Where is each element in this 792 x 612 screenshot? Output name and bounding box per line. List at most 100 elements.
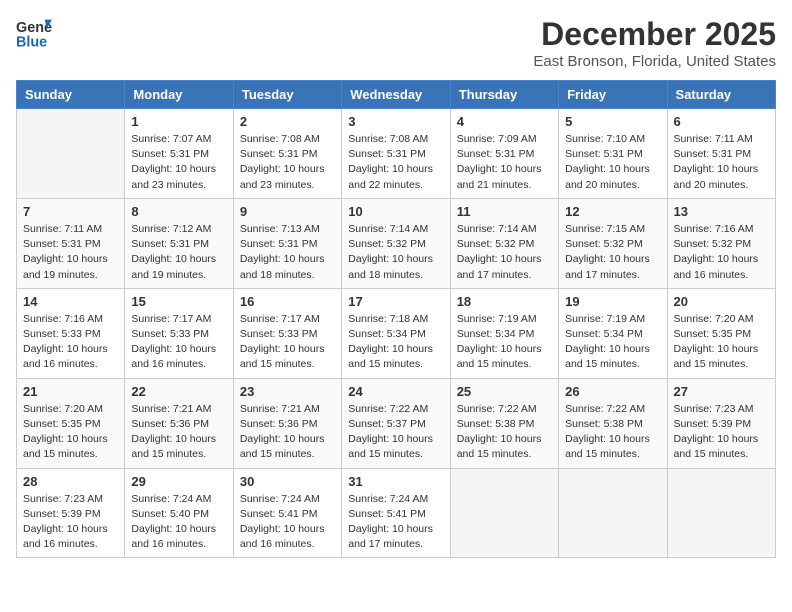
- calendar-cell: 19 Sunrise: 7:19 AM Sunset: 5:34 PM Dayli…: [559, 288, 667, 378]
- calendar-cell: 7Sunrise: 7:11 AM Sunset: 5:31 PM Daylig…: [17, 198, 125, 288]
- day-number: 12: [565, 204, 660, 219]
- day-number: 15: [131, 294, 226, 309]
- calendar-cell: 12Sunrise: 7:15 AM Sunset: 5:32 PM Dayli…: [559, 198, 667, 288]
- day-number: 22: [131, 384, 226, 399]
- day-number: 29: [131, 474, 226, 489]
- day-number: 6: [674, 114, 769, 129]
- day-detail: Sunrise: 7:08 AM Sunset: 5:31 PM Dayligh…: [348, 132, 443, 193]
- svg-text:Blue: Blue: [16, 35, 47, 51]
- title-block: December 2025 East Bronson, Florida, Uni…: [533, 16, 776, 70]
- day-number: 27: [674, 384, 769, 399]
- day-detail: Sunrise: 7:21 AM Sunset: 5:36 PM Dayligh…: [240, 402, 335, 463]
- day-detail: Sunrise: 7:23 AM Sunset: 5:39 PM Dayligh…: [674, 402, 769, 463]
- calendar-cell: 4 Sunrise: 7:09 AM Sunset: 5:31 PM Daylig…: [450, 109, 558, 199]
- logo: General Blue: [16, 16, 52, 52]
- calendar-body: 1 Sunrise: 7:07 AM Sunset: 5:31 PM Daylig…: [17, 109, 776, 558]
- day-detail: Sunrise: 7:09 AM Sunset: 5:31 PM Dayligh…: [457, 132, 552, 193]
- day-header-thursday: Thursday: [450, 81, 558, 109]
- day-number: 3: [348, 114, 443, 129]
- day-detail: Sunrise: 7:24 AM Sunset: 5:41 PM Dayligh…: [240, 492, 335, 553]
- page-header: General Blue December 2025 East Bronson,…: [16, 16, 776, 70]
- calendar-week-row: 7Sunrise: 7:11 AM Sunset: 5:31 PM Daylig…: [17, 198, 776, 288]
- day-number: 2: [240, 114, 335, 129]
- calendar-cell: 18 Sunrise: 7:19 AM Sunset: 5:34 PM Dayli…: [450, 288, 558, 378]
- day-detail: Sunrise: 7:11 AM Sunset: 5:31 PM Dayligh…: [674, 132, 769, 193]
- calendar-cell: [667, 468, 775, 558]
- calendar-header-row: SundayMondayTuesdayWednesdayThursdayFrid…: [17, 81, 776, 109]
- calendar-cell: 6 Sunrise: 7:11 AM Sunset: 5:31 PM Daylig…: [667, 109, 775, 199]
- day-detail: Sunrise: 7:19 AM Sunset: 5:34 PM Dayligh…: [457, 312, 552, 373]
- day-header-monday: Monday: [125, 81, 233, 109]
- calendar-cell: 31 Sunrise: 7:24 AM Sunset: 5:41 PM Dayli…: [342, 468, 450, 558]
- calendar-cell: [17, 109, 125, 199]
- logo-icon: General Blue: [16, 16, 52, 52]
- calendar-cell: 2 Sunrise: 7:08 AM Sunset: 5:31 PM Daylig…: [233, 109, 341, 199]
- day-header-sunday: Sunday: [17, 81, 125, 109]
- day-detail: Sunrise: 7:17 AM Sunset: 5:33 PM Dayligh…: [131, 312, 226, 373]
- day-header-tuesday: Tuesday: [233, 81, 341, 109]
- calendar-cell: 11Sunrise: 7:14 AM Sunset: 5:32 PM Dayli…: [450, 198, 558, 288]
- day-detail: Sunrise: 7:16 AM Sunset: 5:33 PM Dayligh…: [23, 312, 118, 373]
- calendar-cell: 21 Sunrise: 7:20 AM Sunset: 5:35 PM Dayli…: [17, 378, 125, 468]
- calendar-cell: 22 Sunrise: 7:21 AM Sunset: 5:36 PM Dayli…: [125, 378, 233, 468]
- calendar-cell: 24 Sunrise: 7:22 AM Sunset: 5:37 PM Dayli…: [342, 378, 450, 468]
- day-detail: Sunrise: 7:18 AM Sunset: 5:34 PM Dayligh…: [348, 312, 443, 373]
- calendar-cell: 14 Sunrise: 7:16 AM Sunset: 5:33 PM Dayli…: [17, 288, 125, 378]
- calendar-cell: 17Sunrise: 7:18 AM Sunset: 5:34 PM Dayli…: [342, 288, 450, 378]
- day-number: 24: [348, 384, 443, 399]
- day-number: 31: [348, 474, 443, 489]
- day-detail: Sunrise: 7:14 AM Sunset: 5:32 PM Dayligh…: [348, 222, 443, 283]
- day-detail: Sunrise: 7:23 AM Sunset: 5:39 PM Dayligh…: [23, 492, 118, 553]
- day-number: 18: [457, 294, 552, 309]
- day-detail: Sunrise: 7:10 AM Sunset: 5:31 PM Dayligh…: [565, 132, 660, 193]
- calendar-cell: 23Sunrise: 7:21 AM Sunset: 5:36 PM Dayli…: [233, 378, 341, 468]
- day-detail: Sunrise: 7:22 AM Sunset: 5:37 PM Dayligh…: [348, 402, 443, 463]
- day-number: 4: [457, 114, 552, 129]
- day-header-saturday: Saturday: [667, 81, 775, 109]
- day-detail: Sunrise: 7:22 AM Sunset: 5:38 PM Dayligh…: [565, 402, 660, 463]
- month-title: December 2025: [533, 16, 776, 53]
- day-detail: Sunrise: 7:20 AM Sunset: 5:35 PM Dayligh…: [674, 312, 769, 373]
- day-header-wednesday: Wednesday: [342, 81, 450, 109]
- calendar-cell: 25Sunrise: 7:22 AM Sunset: 5:38 PM Dayli…: [450, 378, 558, 468]
- calendar-table: SundayMondayTuesdayWednesdayThursdayFrid…: [16, 80, 776, 558]
- calendar-week-row: 1 Sunrise: 7:07 AM Sunset: 5:31 PM Daylig…: [17, 109, 776, 199]
- calendar-cell: 16Sunrise: 7:17 AM Sunset: 5:33 PM Dayli…: [233, 288, 341, 378]
- calendar-cell: 26 Sunrise: 7:22 AM Sunset: 5:38 PM Dayli…: [559, 378, 667, 468]
- calendar-cell: 15 Sunrise: 7:17 AM Sunset: 5:33 PM Dayli…: [125, 288, 233, 378]
- day-number: 30: [240, 474, 335, 489]
- calendar-cell: 27 Sunrise: 7:23 AM Sunset: 5:39 PM Dayli…: [667, 378, 775, 468]
- day-detail: Sunrise: 7:16 AM Sunset: 5:32 PM Dayligh…: [674, 222, 769, 283]
- location: East Bronson, Florida, United States: [533, 53, 776, 70]
- calendar-cell: 20Sunrise: 7:20 AM Sunset: 5:35 PM Dayli…: [667, 288, 775, 378]
- day-detail: Sunrise: 7:14 AM Sunset: 5:32 PM Dayligh…: [457, 222, 552, 283]
- day-header-friday: Friday: [559, 81, 667, 109]
- day-number: 14: [23, 294, 118, 309]
- calendar-cell: 28 Sunrise: 7:23 AM Sunset: 5:39 PM Dayli…: [17, 468, 125, 558]
- calendar-cell: [559, 468, 667, 558]
- day-number: 16: [240, 294, 335, 309]
- calendar-cell: 29Sunrise: 7:24 AM Sunset: 5:40 PM Dayli…: [125, 468, 233, 558]
- day-number: 13: [674, 204, 769, 219]
- day-detail: Sunrise: 7:20 AM Sunset: 5:35 PM Dayligh…: [23, 402, 118, 463]
- day-detail: Sunrise: 7:21 AM Sunset: 5:36 PM Dayligh…: [131, 402, 226, 463]
- day-detail: Sunrise: 7:07 AM Sunset: 5:31 PM Dayligh…: [131, 132, 226, 193]
- day-detail: Sunrise: 7:12 AM Sunset: 5:31 PM Dayligh…: [131, 222, 226, 283]
- day-detail: Sunrise: 7:11 AM Sunset: 5:31 PM Dayligh…: [23, 222, 118, 283]
- day-number: 10: [348, 204, 443, 219]
- day-number: 19: [565, 294, 660, 309]
- calendar-cell: 1 Sunrise: 7:07 AM Sunset: 5:31 PM Daylig…: [125, 109, 233, 199]
- calendar-cell: 9Sunrise: 7:13 AM Sunset: 5:31 PM Daylig…: [233, 198, 341, 288]
- day-detail: Sunrise: 7:19 AM Sunset: 5:34 PM Dayligh…: [565, 312, 660, 373]
- calendar-week-row: 21 Sunrise: 7:20 AM Sunset: 5:35 PM Dayli…: [17, 378, 776, 468]
- calendar-cell: [450, 468, 558, 558]
- day-number: 26: [565, 384, 660, 399]
- day-detail: Sunrise: 7:24 AM Sunset: 5:41 PM Dayligh…: [348, 492, 443, 553]
- day-number: 21: [23, 384, 118, 399]
- calendar-week-row: 14 Sunrise: 7:16 AM Sunset: 5:33 PM Dayli…: [17, 288, 776, 378]
- day-number: 28: [23, 474, 118, 489]
- calendar-week-row: 28 Sunrise: 7:23 AM Sunset: 5:39 PM Dayli…: [17, 468, 776, 558]
- day-number: 25: [457, 384, 552, 399]
- day-number: 1: [131, 114, 226, 129]
- day-detail: Sunrise: 7:08 AM Sunset: 5:31 PM Dayligh…: [240, 132, 335, 193]
